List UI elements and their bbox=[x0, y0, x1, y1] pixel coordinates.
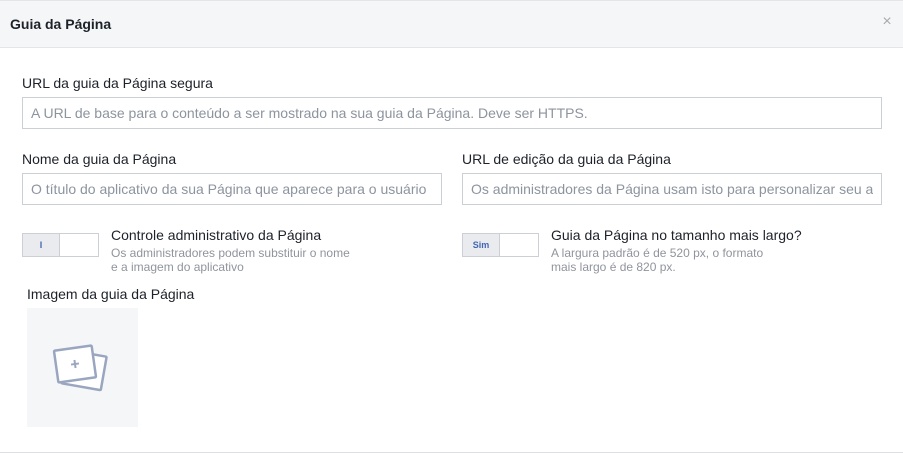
tab-name-input[interactable] bbox=[22, 173, 442, 205]
dialog-title: Guia da Página bbox=[10, 16, 112, 32]
admin-control-desc-line2: e a imagem do aplicativo bbox=[111, 260, 244, 274]
admin-control-toggle-on: I bbox=[23, 234, 60, 256]
tab-name-label: Nome da guia da Página bbox=[22, 151, 177, 167]
admin-control-title: Controle administrativo da Página bbox=[111, 227, 322, 243]
dialog-header: Guia da Página × bbox=[0, 0, 903, 48]
wide-tab-title: Guia da Página no tamanho mais largo? bbox=[551, 227, 802, 243]
add-photo-icon bbox=[52, 344, 108, 392]
tab-image-upload[interactable] bbox=[27, 308, 138, 427]
wide-tab-toggle[interactable]: Sim bbox=[462, 233, 539, 257]
edit-url-label: URL de edição da guia da Página bbox=[462, 151, 671, 167]
close-button[interactable]: × bbox=[880, 13, 894, 30]
edit-url-input[interactable] bbox=[462, 173, 882, 205]
admin-control-desc-line1: Os administradores podem substituir o no… bbox=[111, 246, 350, 260]
secure-url-input[interactable] bbox=[22, 97, 882, 129]
wide-tab-toggle-on: Sim bbox=[463, 234, 500, 256]
close-icon: × bbox=[882, 13, 892, 30]
secure-url-label: URL da guia da Página segura bbox=[22, 75, 213, 91]
page-tab-dialog: Guia da Página × URL da guia da Página s… bbox=[0, 0, 903, 453]
wide-tab-desc-line2: mais largo é de 820 px. bbox=[551, 260, 676, 274]
tab-image-label: Imagem da guia da Página bbox=[27, 286, 195, 302]
wide-tab-desc-line1: A largura padrão é de 520 px, o formato bbox=[551, 246, 764, 260]
admin-control-toggle[interactable]: I bbox=[22, 233, 99, 257]
